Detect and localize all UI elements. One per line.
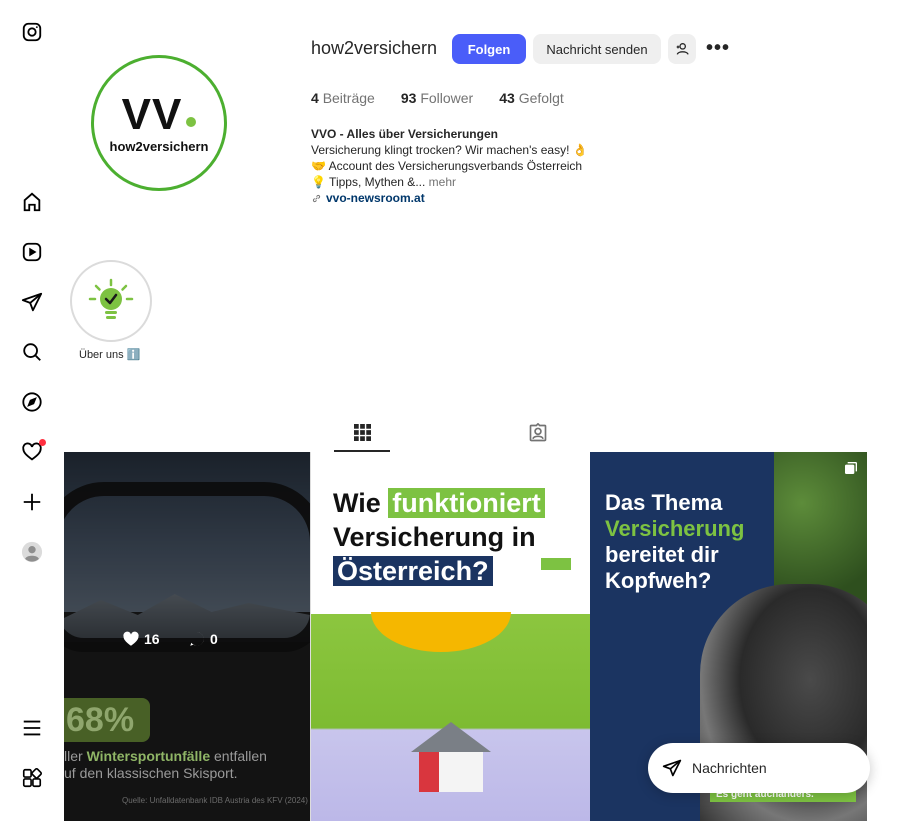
notification-dot [39, 439, 46, 446]
heart-icon [123, 631, 139, 646]
post1-caption: ller Wintersportunfälle entfallen uf den… [64, 748, 310, 782]
post2-house [411, 722, 491, 792]
explore-icon[interactable] [20, 390, 44, 414]
post3-line4: Kopfweh? [605, 568, 712, 593]
bio-link-text: vvo-newsroom.at [326, 191, 425, 205]
profile-stats: 4 Beiträge 93 Follower 43 Gefolgt [311, 90, 564, 106]
comment-icon [190, 632, 204, 646]
lightbulb-check-icon [88, 278, 134, 319]
bio-more-link[interactable]: mehr [429, 175, 456, 189]
messages-send-icon [662, 759, 682, 777]
home-icon[interactable] [20, 190, 44, 214]
stat-posts-label: Beiträge [322, 90, 375, 106]
grid-icon [353, 423, 371, 441]
avatar-logo-text: VV [121, 89, 183, 139]
post2-line1: Wie [333, 488, 381, 518]
stat-posts[interactable]: 4 Beiträge [311, 90, 375, 106]
instagram-logo-icon[interactable] [20, 20, 44, 44]
suggest-accounts-button[interactable] [668, 34, 696, 64]
post2-house-wall [419, 752, 483, 792]
story-highlight[interactable] [70, 260, 152, 342]
profile-tabs [64, 414, 867, 452]
stat-following[interactable]: 43 Gefolgt [499, 90, 564, 106]
avatar-logo-main: VV [121, 89, 197, 139]
post1-comments-count: 0 [210, 631, 218, 647]
stat-followers[interactable]: 93 Follower [401, 90, 473, 106]
bio-name: VVO - Alles über Versicherungen [311, 127, 498, 141]
tab-posts-grid[interactable] [334, 414, 390, 452]
post1-comments: 0 [188, 630, 218, 648]
post2-arrow-icon [541, 558, 571, 570]
post3-line1: Das Thema [605, 490, 723, 515]
post-tile-2[interactable]: Wie funktioniert Versicherung in Österre… [310, 452, 590, 821]
options-more-icon[interactable]: ••• [706, 36, 730, 60]
logo-dot [186, 116, 197, 127]
carousel-icon [843, 460, 859, 481]
avatar-logo-sub: how2versichern [109, 138, 209, 154]
post1-caption-line2: uf den klassischen Skisport. [64, 765, 238, 781]
stat-following-count: 43 [499, 90, 515, 106]
left-nav [0, 0, 64, 821]
highlight-label: Über uns ℹ️ [79, 349, 141, 361]
stat-followers-count: 93 [400, 90, 417, 106]
bio-line-1: Versicherung klingt trocken? Wir machen'… [311, 143, 588, 157]
follow-button[interactable]: Folgen [452, 34, 526, 64]
create-plus-icon[interactable] [20, 490, 44, 514]
post2-line1-highlight: funktioniert [388, 488, 545, 518]
stat-following-label: Gefolgt [518, 90, 564, 106]
post1-caption-pre: ller [64, 748, 87, 764]
bio-line-3: 💡 Tipps, Mythen &... [311, 175, 426, 189]
post-tile-1[interactable]: 68% ller Wintersportunfälle entfallen uf… [64, 452, 310, 821]
search-icon[interactable] [20, 340, 44, 364]
profile-username: how2versichern [311, 38, 438, 58]
profile-bio: VVO - Alles über Versicherungen Versiche… [311, 126, 631, 206]
post2-house-roof [411, 722, 491, 752]
link-icon [312, 194, 321, 202]
messages-bar[interactable]: Nachrichten [648, 743, 870, 793]
post1-caption-line1: ller Wintersportunfälle entfallen [64, 748, 310, 765]
post3-headline: Das Thema Versicherung bereitet dir Kopf… [605, 490, 744, 594]
post2-line1-wrap: Wie funktioniert [333, 486, 545, 520]
post1-likes-count: 16 [144, 631, 160, 647]
also-from-meta-icon[interactable] [20, 766, 44, 790]
stat-posts-count: 4 [311, 90, 319, 106]
bio-line-3-wrap: 💡 Tipps, Mythen &... mehr [311, 174, 631, 190]
send-message-button[interactable]: Nachricht senden [533, 34, 661, 64]
post1-caption-post: entfallen [210, 748, 267, 764]
messages-bar-label: Nachrichten [692, 760, 767, 776]
bio-external-link[interactable]: vvo-newsroom.at [311, 190, 631, 206]
post2-line3: Österreich? [333, 556, 493, 586]
tagged-person-icon [529, 423, 547, 442]
post3-line2: Versicherung [605, 516, 745, 541]
direct-messages-icon[interactable] [20, 290, 44, 314]
notifications-heart-icon[interactable] [20, 439, 46, 464]
reels-icon[interactable] [20, 240, 44, 264]
profile-avatar-icon[interactable] [20, 540, 44, 564]
more-menu-icon[interactable] [20, 716, 44, 740]
add-person-icon [676, 43, 689, 55]
tab-tagged[interactable] [510, 414, 566, 452]
stat-followers-label: Follower [420, 90, 474, 106]
post2-headline: Wie funktioniert Versicherung in Österre… [333, 486, 545, 588]
post1-percent: 68% [64, 698, 150, 742]
post1-source: Quelle: Unfalldatenbank IDB Austria des … [122, 796, 308, 805]
profile-avatar[interactable]: VV how2versichern [91, 55, 227, 191]
bio-line-2: 🤝 Account des Versicherungsverbands Öste… [311, 159, 583, 173]
post3-line3: bereitet dir [605, 542, 719, 567]
post2-line2: Versicherung in [333, 522, 536, 552]
post1-likes: 16 [122, 630, 160, 648]
post1-caption-highlight: Wintersportunfälle [86, 748, 211, 764]
